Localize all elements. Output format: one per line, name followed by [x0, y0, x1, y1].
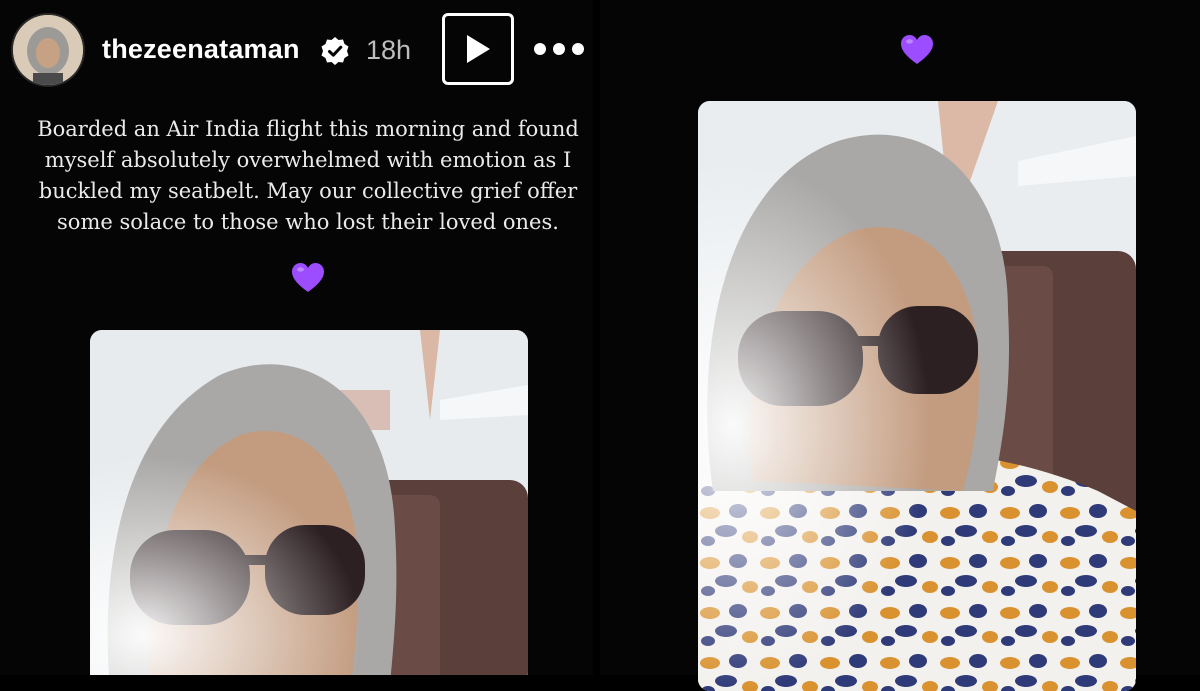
selfie-image	[698, 101, 1136, 691]
avatar-image	[13, 15, 83, 85]
avatar[interactable]	[13, 15, 83, 85]
panel-divider	[593, 0, 600, 675]
verified-badge-icon	[320, 36, 350, 66]
story-panel-left: thezeenataman 18h Boarded an Air India f…	[0, 0, 593, 675]
more-options-button[interactable]	[534, 36, 584, 62]
selfie-image	[90, 330, 528, 675]
username[interactable]: thezeenataman	[102, 34, 300, 65]
purple-heart-icon	[291, 262, 325, 294]
play-icon	[467, 35, 490, 63]
more-options-icon	[534, 43, 546, 55]
purple-heart-icon	[900, 34, 934, 66]
post-photo[interactable]	[90, 330, 528, 675]
post-caption: Boarded an Air India flight this morning…	[37, 117, 579, 234]
post-photo[interactable]	[698, 101, 1136, 691]
post-time: 18h	[366, 35, 412, 65]
play-button[interactable]	[442, 13, 514, 85]
